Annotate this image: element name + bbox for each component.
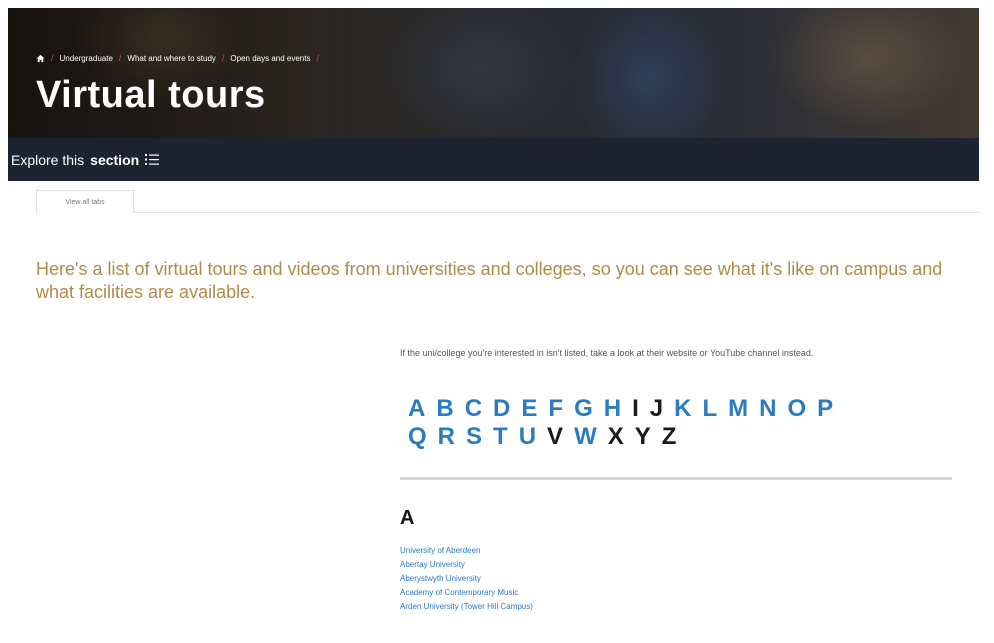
a-z-index: ABCDEFGHIJKLMNOP QRSTUVWXYZ	[408, 395, 928, 451]
list-item: Aberystwyth University	[400, 572, 533, 586]
explore-bar: Explore this section	[8, 138, 979, 181]
list-item: Arden University (Tower Hill Campus)	[400, 600, 533, 614]
university-link[interactable]: Abertay University	[400, 560, 465, 569]
breadcrumb-separator: /	[316, 53, 319, 63]
letter-q-link[interactable]: Q	[408, 423, 427, 451]
page-title: Virtual tours	[36, 74, 266, 116]
breadcrumb-item-undergraduate[interactable]: Undergraduate	[60, 54, 113, 63]
letter-h-link[interactable]: H	[604, 395, 621, 423]
university-link[interactable]: Academy of Contemporary Music	[400, 588, 518, 597]
not-listed-note: If the uni/college you're interested in …	[400, 348, 814, 358]
letter-t-link[interactable]: T	[493, 423, 508, 451]
a-z-row: QRSTUVWXYZ	[408, 423, 928, 451]
letter-d-link[interactable]: D	[493, 395, 510, 423]
university-link[interactable]: University of Aberdeen	[400, 546, 481, 555]
explore-label-bold: section	[90, 151, 140, 168]
breadcrumb: / Undergraduate / What and where to stud…	[36, 53, 319, 63]
letter-c-link[interactable]: C	[465, 395, 482, 423]
breadcrumb-item-open-days[interactable]: Open days and events	[230, 54, 310, 63]
breadcrumb-separator: /	[221, 53, 225, 63]
university-link[interactable]: Arden University (Tower Hill Campus)	[400, 602, 533, 611]
letter-a-link[interactable]: A	[408, 395, 425, 423]
letter-x-disabled: X	[607, 423, 624, 450]
letter-s-link[interactable]: S	[466, 423, 482, 451]
explore-section-toggle[interactable]: Explore this section	[11, 151, 160, 168]
home-icon[interactable]	[36, 54, 45, 63]
breadcrumb-separator: /	[118, 53, 122, 63]
letter-y-disabled: Y	[634, 423, 651, 450]
list-item: Abertay University	[400, 558, 533, 572]
list-item: Academy of Contemporary Music	[400, 586, 533, 600]
explore-label: Explore this	[11, 151, 85, 168]
hero-overlay	[8, 8, 979, 138]
tab-view-all[interactable]: View all tabs	[36, 190, 134, 213]
hero-banner: / Undergraduate / What and where to stud…	[8, 8, 979, 138]
letter-m-link[interactable]: M	[728, 395, 748, 423]
letter-p-link[interactable]: P	[817, 395, 833, 423]
university-list: University of Aberdeen Abertay University…	[400, 544, 533, 614]
tabs-row: View all tabs	[36, 190, 979, 213]
list-item: University of Aberdeen	[400, 544, 533, 558]
letter-u-link[interactable]: U	[519, 423, 536, 451]
letter-j-disabled: J	[649, 395, 664, 422]
letter-l-link[interactable]: L	[702, 395, 717, 423]
letter-o-link[interactable]: O	[787, 395, 806, 423]
intro-text: Here's a list of virtual tours and video…	[36, 259, 943, 303]
letter-i-disabled: I	[632, 395, 639, 422]
letter-e-link[interactable]: E	[521, 395, 537, 423]
letter-n-link[interactable]: N	[759, 395, 776, 423]
a-z-row: ABCDEFGHIJKLMNOP	[408, 395, 928, 423]
university-link[interactable]: Aberystwyth University	[400, 574, 481, 583]
letter-k-link[interactable]: K	[674, 395, 691, 423]
breadcrumb-item-what-where[interactable]: What and where to study	[127, 54, 216, 63]
letter-w-link[interactable]: W	[574, 423, 597, 451]
breadcrumb-separator: /	[51, 53, 54, 63]
letter-z-disabled: Z	[661, 423, 677, 450]
list-icon	[145, 154, 160, 165]
top-strip	[0, 0, 994, 8]
letter-v-disabled: V	[547, 423, 564, 450]
section-heading-a: A	[400, 507, 415, 529]
letter-f-link[interactable]: F	[548, 395, 563, 423]
divider	[400, 477, 952, 480]
letter-g-link[interactable]: G	[574, 395, 593, 423]
letter-b-link[interactable]: B	[436, 395, 453, 423]
letter-r-link[interactable]: R	[438, 423, 455, 451]
